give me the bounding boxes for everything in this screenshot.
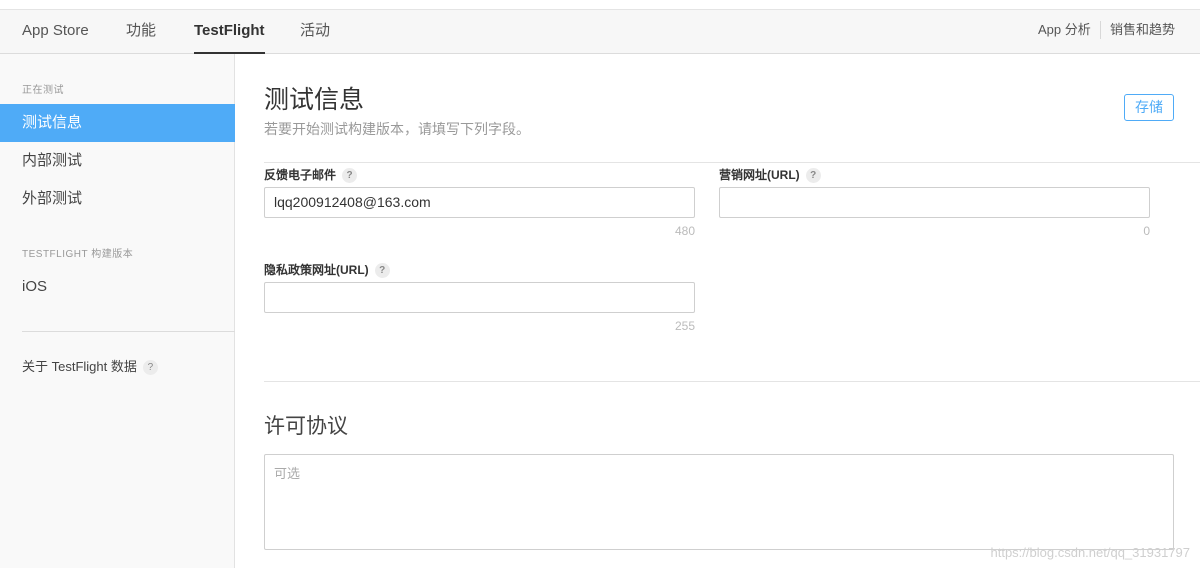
sidebar-item-internal-testing[interactable]: 内部测试 <box>0 142 235 180</box>
privacy-url-label: 隐私政策网址(URL) <box>264 263 369 277</box>
sidebar-heading-testing: 正在测试 <box>22 85 64 96</box>
main-content: 测试信息 若要开始测试构建版本，请填写下列字段。 存储 反馈电子邮件? lqq2… <box>235 54 1200 568</box>
page-subtitle: 若要开始测试构建版本，请填写下列字段。 <box>264 121 530 137</box>
help-icon[interactable]: ? <box>805 168 821 184</box>
license-agreement-placeholder: 可选 <box>274 466 301 481</box>
save-button[interactable]: 存储 <box>1124 94 1174 121</box>
sidebar-heading-builds: TESTFLIGHT 构建版本 <box>22 249 134 260</box>
sidebar-item-external-testing[interactable]: 外部测试 <box>0 180 235 218</box>
nav-divider <box>1100 21 1101 39</box>
help-icon[interactable]: ? <box>142 360 158 376</box>
top-strip <box>0 0 1200 9</box>
privacy-url-char-counter: 255 <box>674 319 695 333</box>
help-icon[interactable]: ? <box>342 168 358 184</box>
about-testflight-data-label: 关于 TestFlight 数据 <box>22 359 137 374</box>
sales-trends-link[interactable]: 销售和趋势 <box>1110 10 1175 54</box>
feedback-email-field[interactable]: lqq200912408@163.com <box>264 187 695 218</box>
top-navigation: App Store 功能 TestFlight 活动 App 分析 销售和趋势 <box>0 9 1200 54</box>
sidebar: 正在测试 测试信息 内部测试 外部测试 TESTFLIGHT 构建版本 iOS … <box>0 54 235 568</box>
page-title: 测试信息 <box>264 86 365 114</box>
tab-app-store[interactable]: App Store <box>22 10 89 54</box>
about-testflight-data-link[interactable]: 关于 TestFlight 数据? <box>22 356 158 376</box>
license-agreement-textarea[interactable]: 可选 <box>264 454 1174 550</box>
marketing-url-label: 营销网址(URL) <box>719 168 800 182</box>
sidebar-item-ios[interactable]: iOS <box>0 268 235 306</box>
sidebar-item-test-info[interactable]: 测试信息 <box>0 104 235 142</box>
tab-activity[interactable]: 活动 <box>300 10 330 54</box>
marketing-url-label-row: 营销网址(URL)? <box>719 166 821 184</box>
feedback-email-char-counter: 480 <box>674 224 695 238</box>
license-agreement-title: 许可协议 <box>264 415 348 438</box>
marketing-url-char-counter: 0 <box>1143 224 1150 238</box>
marketing-url-field[interactable] <box>719 187 1150 218</box>
feedback-email-label-row: 反馈电子邮件? <box>264 166 358 184</box>
section-divider <box>264 381 1200 382</box>
tab-features[interactable]: 功能 <box>126 10 156 54</box>
privacy-url-field[interactable] <box>264 282 695 313</box>
help-icon[interactable]: ? <box>374 263 390 279</box>
tab-testflight[interactable]: TestFlight <box>194 10 265 54</box>
sidebar-divider <box>22 331 235 332</box>
watermark: https://blog.csdn.net/qq_31931797 <box>990 545 1191 560</box>
feedback-email-label: 反馈电子邮件 <box>264 168 337 182</box>
privacy-url-label-row: 隐私政策网址(URL)? <box>264 261 390 279</box>
app-analytics-link[interactable]: App 分析 <box>1038 10 1091 54</box>
header-divider <box>264 162 1200 163</box>
